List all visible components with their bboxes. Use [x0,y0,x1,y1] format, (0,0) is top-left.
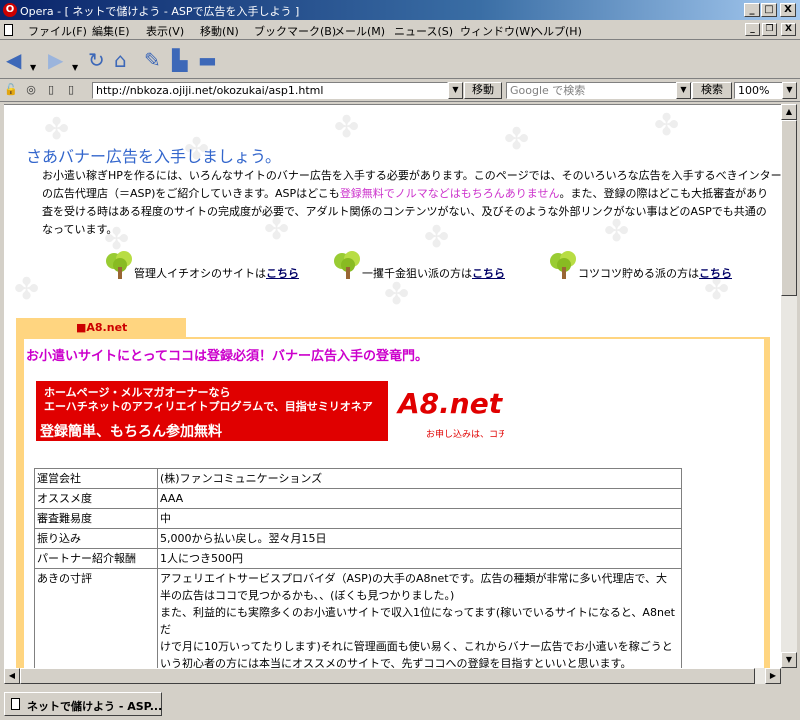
page-viewport: ✤ ✤ ✤ ✤ ✤ ✤ ✤ ✤ ✤ ✤ ✤ ✤ さあバナー広告を入手しましょう。… [4,104,781,668]
menu-news[interactable]: ニュース(S) [394,23,453,39]
vertical-scrollbar[interactable]: ▲ ▼ [781,104,797,668]
page-tab-label: ネットで儲けよう - ASP... [27,700,163,713]
page-tab[interactable]: ネットで儲けよう - ASP... [4,692,162,716]
navigation-toolbar: ◀ ▼ ▶ ▼ ↻ ⌂ ✎ ▙ ▬ [0,41,800,79]
a8net-logo: A8.net [398,387,503,420]
forward-history-icon[interactable]: ▼ [72,57,78,79]
save-icon[interactable]: ▬ [198,49,217,71]
menu-bar: ファイル(F) 編集(E) 表示(V) 移動(N) ブックマーク(B) メール(… [0,20,800,40]
menu-window[interactable]: ウィンドウ(W) [460,23,534,39]
banner-apply-text: お申し込みは、コチラから [426,430,504,440]
intro-line: なっています。 [42,223,118,236]
search-button[interactable]: 検索 [692,82,732,99]
menu-go[interactable]: 移動(N) [200,23,239,39]
mdi-minimize-button[interactable]: _ [745,23,760,36]
page-tab-bar: ネットで儲けよう - ASP... [0,688,800,720]
document-icon [4,24,13,36]
table-row: あきの寸評 アフェリエイトサービスプロバイダ（ASP)の大手のA8netです。広… [34,568,682,668]
mdi-restore-button[interactable]: ❐ [762,23,777,36]
menu-mail[interactable]: メール(M) [334,23,385,39]
page-info-icon[interactable]: ▯ [64,83,78,97]
section-tab-label: ■A8.net [76,321,128,334]
steady-link[interactable]: こちら [699,267,732,280]
forward-icon[interactable]: ▶ [48,49,63,71]
clover-bg-icon: ✤ [504,122,530,157]
menu-view[interactable]: 表示(V) [146,23,184,39]
recommend-link[interactable]: こちら [266,267,299,280]
print-icon[interactable]: ▙ [172,49,187,71]
title-bar: O Opera - [ ネットで儲けよう - ASPで広告を入手しよう ] _ … [0,0,800,20]
home-icon[interactable]: ⌂ [114,49,127,71]
cookie-icon[interactable]: ◎ [24,83,38,97]
page-icon[interactable]: ▯ [44,83,58,97]
clover-bg-icon: ✤ [334,110,360,145]
reload-icon[interactable]: ↻ [88,49,105,71]
mdi-close-button[interactable]: X [781,23,796,36]
banner-cta: 登録簡単、もちろん参加無料 [40,424,222,440]
menu-file[interactable]: ファイル(F) [28,23,87,39]
tree-icon [550,251,576,279]
zoom-select[interactable]: 100% [734,82,784,99]
table-row: 審査難易度中 [34,508,682,529]
go-button[interactable]: 移動 [464,82,502,99]
table-row: オススメ度 AAA [34,488,682,509]
section-catchphrase: お小遣いサイトにとってココは登録必須！バナー広告入手の登竜門。 [26,349,428,364]
free-registration-highlight: 登録無料でノルマなどはもちろんありません [339,187,560,200]
scroll-left-icon[interactable]: ◀ [4,668,20,684]
table-row: パートナー紹介報酬 1人につき500円 [34,548,682,569]
window-title: Opera - [ ネットで儲けよう - ASPで広告を入手しよう ] [20,5,300,18]
jackpot-link[interactable]: こちら [472,267,505,280]
intro-line: 査を受ける時はある程度のサイトの完成度が必要で、アダルト関係のコンテンツがない、… [42,205,767,218]
a8net-banner[interactable]: ホームページ・メルマガオーナーなら エーハチネットのアフィリエイトプログラムで、… [36,381,504,441]
intro-line: の広告代理店（＝ASP)をご紹介していきます。ASPはどこも登録無料でノルマなど… [42,187,769,200]
tree-icon [106,251,132,279]
clover-bg-icon: ✤ [384,277,410,312]
horizontal-scrollbar[interactable]: ◀ ▶ [4,668,781,684]
back-history-icon[interactable]: ▼ [30,57,36,79]
menu-edit[interactable]: 編集(E) [92,23,130,39]
table-row: 振り込み 5,000から払い戻し。翌々月15日 [34,528,682,549]
lock-icon[interactable]: 🔓 [4,83,18,97]
maximize-button[interactable]: □ [761,3,777,17]
url-field[interactable]: http://nbkoza.ojiji.net/okozukai/asp1.ht… [92,82,448,99]
back-icon[interactable]: ◀ [6,49,21,71]
clover-bg-icon: ✤ [14,272,40,307]
search-dropdown-icon[interactable]: ▼ [676,82,691,99]
opera-logo-icon: O [3,3,17,17]
intro-text: お小遣い稼ぎHPを作るには、いろんなサイトのバナー広告を入手する必要があります。… [42,167,781,239]
bookmarks-icon[interactable]: ✎ [144,49,161,71]
scroll-down-icon[interactable]: ▼ [781,652,797,668]
tree-icon [334,251,360,279]
address-toolbar: 🔓 ◎ ▯ ▯ http://nbkoza.ojiji.net/okozukai… [0,80,800,102]
vertical-scroll-thumb[interactable] [781,120,797,296]
menu-help[interactable]: ヘルプ(H) [532,23,582,39]
menu-bookmarks[interactable]: ブックマーク(B) [254,23,336,39]
zoom-dropdown-icon[interactable]: ▼ [782,82,797,99]
scroll-right-icon[interactable]: ▶ [765,668,781,684]
clover-bg-icon: ✤ [654,108,680,143]
banner-line: エーハチネットのアフィリエイトプログラムで、目指せミリオネア [44,400,373,413]
page-heading: さあバナー広告を入手しましょう。 [26,147,282,166]
scroll-up-icon[interactable]: ▲ [781,104,797,120]
url-dropdown-icon[interactable]: ▼ [448,82,463,99]
intro-line: お小遣い稼ぎHPを作るには、いろんなサイトのバナー広告を入手する必要があります。… [42,169,781,182]
a8net-info-table: 運営会社 (株)ファンコミュニケーションズ オススメ度 AAA 審査難易度中 振り込… [34,468,682,668]
review-text: アフェリエイトサービスプロバイダ（ASP)の大手のA8netです。広告の種類が非… [157,568,682,668]
table-row: 運営会社 (株)ファンコミュニケーションズ [34,468,682,489]
search-input[interactable]: Google で検索 [506,82,692,99]
close-button[interactable]: X [780,3,796,17]
page-icon [11,698,20,710]
minimize-button[interactable]: _ [744,3,760,17]
clover-bg-icon: ✤ [44,112,70,147]
horizontal-scroll-thumb[interactable] [20,668,755,684]
